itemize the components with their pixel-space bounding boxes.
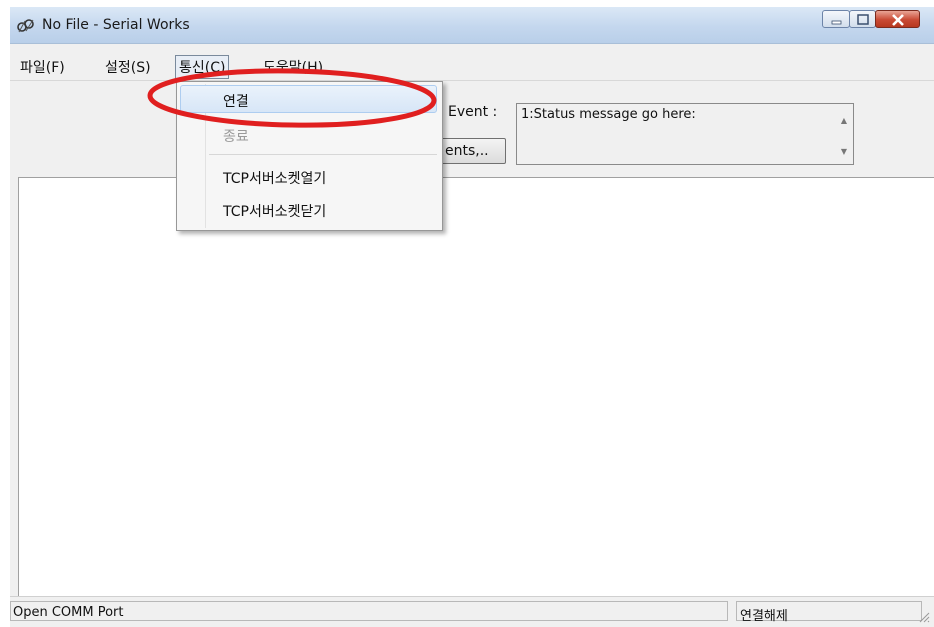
maximize-button[interactable] — [849, 10, 876, 28]
minimize-button[interactable] — [822, 10, 850, 28]
serial-works-app-icon — [17, 19, 34, 33]
event-label: Event : — [448, 104, 498, 120]
menu-settings[interactable]: 설정(S) — [102, 56, 154, 78]
app-window: No File - Serial Works 파일(F) 설정(S) 통신(C)… — [10, 7, 934, 626]
menu-item-connect[interactable]: 연결 — [180, 85, 437, 113]
title-bar[interactable]: No File - Serial Works — [10, 7, 934, 44]
status-message-text: 1:Status message go here: — [521, 107, 696, 122]
window-title: No File - Serial Works — [42, 17, 190, 33]
menu-separator — [209, 154, 437, 155]
events-button[interactable]: ents,.. — [440, 138, 506, 164]
scroll-up-arrow-icon[interactable]: ▲ — [841, 116, 847, 125]
menu-item-close: 종료 — [223, 129, 249, 145]
close-button[interactable] — [875, 10, 920, 28]
close-icon — [892, 14, 904, 26]
terminal-content-area[interactable] — [18, 177, 934, 602]
menu-communication[interactable]: 통신(C) — [175, 55, 230, 79]
menu-bar: 파일(F) 설정(S) 통신(C) 도움말(H) — [10, 52, 934, 81]
status-bar-left: Open COMM Port — [10, 601, 728, 621]
minimize-icon — [831, 20, 842, 25]
scroll-down-arrow-icon[interactable]: ▼ — [841, 147, 847, 156]
status-bar-right: 연결해제 — [736, 601, 922, 624]
menu-help[interactable]: 도움말(H) — [260, 56, 326, 78]
resize-grip-icon[interactable] — [918, 611, 930, 623]
communication-dropdown-menu: 연결 종료 TCP서버소켓열기 TCP서버소켓닫기 — [176, 81, 443, 231]
menu-item-tcp-server-close[interactable]: TCP서버소켓닫기 — [223, 201, 326, 221]
maximize-icon — [857, 14, 869, 25]
status-message-box[interactable]: 1:Status message go here: ▲ ▼ — [516, 103, 854, 165]
status-bar: Open COMM Port 연결해제 — [10, 596, 934, 627]
menu-file[interactable]: 파일(F) — [17, 56, 68, 78]
window-left-edge — [0, 0, 10, 626]
menu-item-tcp-server-open[interactable]: TCP서버소켓열기 — [223, 168, 326, 188]
